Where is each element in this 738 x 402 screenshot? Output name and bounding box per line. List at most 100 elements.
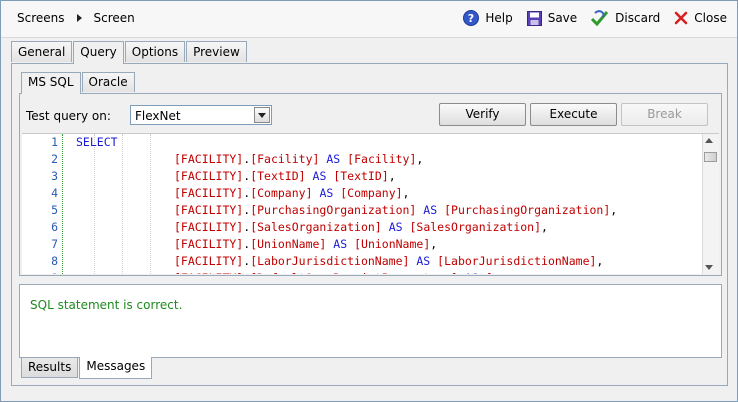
sql-punctuation <box>479 271 486 274</box>
sql-identifier: [Company] <box>340 186 403 200</box>
sql-editor[interactable]: 1 SELECT 2 [FACILITY].[Facility] AS [Facili… <box>22 133 719 274</box>
line-number: 7 <box>51 237 58 251</box>
sql-punctuation: , <box>596 254 604 268</box>
discard-button[interactable]: Discard <box>591 10 660 26</box>
tab-results[interactable]: Results <box>21 358 79 378</box>
code-line: 2 [FACILITY].[Facility] AS [Facility], <box>22 151 702 168</box>
sql-identifier: [PurchasingOrganization] <box>444 203 611 217</box>
sql-identifier: [SalesOrganization] <box>250 220 382 234</box>
sql-identifier: [FACILITY] <box>174 203 244 217</box>
tab-messages[interactable]: Messages <box>79 357 153 379</box>
line-number: 4 <box>51 186 58 200</box>
code-text: [FACILITY].[UnionName] AS [UnionName], <box>174 236 437 253</box>
sql-identifier: [UnionName] <box>354 237 431 251</box>
sql-identifier: [UnionName] <box>250 237 327 251</box>
breadcrumb-screens[interactable]: Screens <box>17 11 65 25</box>
messages-panel: SQL statement is correct. <box>19 284 722 358</box>
sql-identifier: [Facility] <box>250 152 320 166</box>
close-icon <box>674 11 688 25</box>
sql-punctuation: , <box>416 152 424 166</box>
breadcrumb-arrow-icon <box>76 14 82 22</box>
line-number: 8 <box>51 254 58 268</box>
close-button[interactable]: Close <box>674 11 727 25</box>
sql-identifier: [FACILITY] <box>174 169 244 183</box>
sql-identifier: [FACILITY] <box>174 186 244 200</box>
code-line: 9 [FACILITY].[DefaultOverReceiptParameter… <box>22 270 702 274</box>
sql-punctuation: , <box>388 169 396 183</box>
sql-identifier: [FACILITY] <box>174 152 244 166</box>
help-button[interactable]: ? Help <box>463 10 513 26</box>
code-line: 1 SELECT <box>22 134 702 151</box>
scroll-thumb[interactable] <box>704 152 717 162</box>
sql-punctuation: , <box>610 203 618 217</box>
sql-identifier: [Company] <box>250 186 313 200</box>
break-button: Break <box>621 103 708 126</box>
sql-punctuation <box>382 220 389 234</box>
tab-oracle[interactable]: Oracle <box>81 72 135 92</box>
sql-identifier: [Facility] <box>347 152 417 166</box>
tab-ms-sql[interactable]: MS SQL <box>21 72 81 94</box>
code-line: 8 [FACILITY].[LaborJurisdictionName] AS [… <box>22 253 702 270</box>
sql-keyword: SELECT <box>76 135 118 149</box>
sql-punctuation: , <box>402 186 410 200</box>
code-text: [FACILITY].[SalesOrganization] AS [Sales… <box>174 219 548 236</box>
test-query-select[interactable]: FlexNet <box>130 105 272 125</box>
code-line: 5 [FACILITY].[PurchasingOrganization] AS … <box>22 202 702 219</box>
sql-identifier: [LaborJurisdictionName] <box>437 254 597 268</box>
sql-identifier: [FACILITY] <box>174 271 243 274</box>
code-text: [FACILITY].[DefaultOverReceiptParameters… <box>174 270 493 274</box>
scroll-up-icon[interactable] <box>705 138 713 143</box>
sql-keyword: AS <box>312 169 327 183</box>
verify-button[interactable]: Verify <box>439 103 526 126</box>
code-line: 3 [FACILITY].[TextID] AS [TextID], <box>22 168 702 185</box>
sql-keyword: AS <box>388 220 403 234</box>
discard-icon <box>591 10 609 26</box>
toolbar: ? Help Save Discard Close <box>449 10 727 26</box>
sql-identifier: [SalesOrganization] <box>409 220 542 234</box>
code-text: [FACILITY].[LaborJurisdictionName] AS [L… <box>174 253 603 270</box>
query-panel: MS SQL Oracle Test query on: FlexNet Ver… <box>11 63 728 386</box>
sql-keyword: AS <box>465 271 479 274</box>
tab-options[interactable]: Options <box>124 41 186 62</box>
discard-label: Discard <box>615 11 661 25</box>
sql-identifier: [TextID] <box>250 169 306 183</box>
sql-identifier: [DefaultOverReceiptParameters] <box>250 271 458 274</box>
chevron-down-icon[interactable] <box>254 107 270 123</box>
sql-keyword: AS <box>416 254 431 268</box>
code-text: [FACILITY].[PurchasingOrganization] AS [… <box>174 202 617 219</box>
execute-button[interactable]: Execute <box>530 103 617 126</box>
breadcrumb: Screens Screen <box>17 11 135 25</box>
editor-scrollbar[interactable] <box>702 134 719 274</box>
scroll-down-icon[interactable] <box>705 265 713 270</box>
help-label: Help <box>485 11 513 25</box>
sql-punctuation <box>458 271 465 274</box>
main-tabs: General Query Options Preview <box>11 41 248 64</box>
save-button[interactable]: Save <box>526 10 578 26</box>
line-number: 2 <box>51 152 58 166</box>
line-number: 5 <box>51 203 58 217</box>
code-text: [FACILITY].[TextID] AS [TextID], <box>174 168 396 185</box>
help-icon: ? <box>463 10 480 26</box>
tab-query[interactable]: Query <box>73 41 124 64</box>
line-number: 1 <box>51 135 58 149</box>
tab-general[interactable]: General <box>11 41 73 62</box>
window: Screens Screen ? Help Save Discard Close… <box>0 0 738 402</box>
header-bar: Screens Screen ? Help Save Discard Close <box>1 1 737 38</box>
close-label: Close <box>694 11 727 25</box>
line-number: 6 <box>51 220 58 234</box>
tab-preview[interactable]: Preview <box>186 41 247 62</box>
svg-text:?: ? <box>468 12 474 25</box>
sql-panel: Test query on: FlexNet Verify Execute Br… <box>19 93 722 276</box>
sql-keyword: AS <box>423 203 438 217</box>
code-text: [FACILITY].[Facility] AS [Facility], <box>174 151 423 168</box>
save-label: Save <box>547 11 578 25</box>
test-query-label: Test query on: <box>26 109 111 123</box>
sql-punctuation: , <box>541 220 548 234</box>
sql-identifier: [ <box>486 271 493 274</box>
test-query-value: FlexNet <box>135 109 181 123</box>
sql-identifier: [FACILITY] <box>174 237 244 251</box>
code-text: [FACILITY].[Company] AS [Company], <box>174 185 409 202</box>
code-line: 4 [FACILITY].[Company] AS [Company], <box>22 185 702 202</box>
output-tabs: Results Messages <box>21 357 153 380</box>
sql-keyword: AS <box>333 237 348 251</box>
